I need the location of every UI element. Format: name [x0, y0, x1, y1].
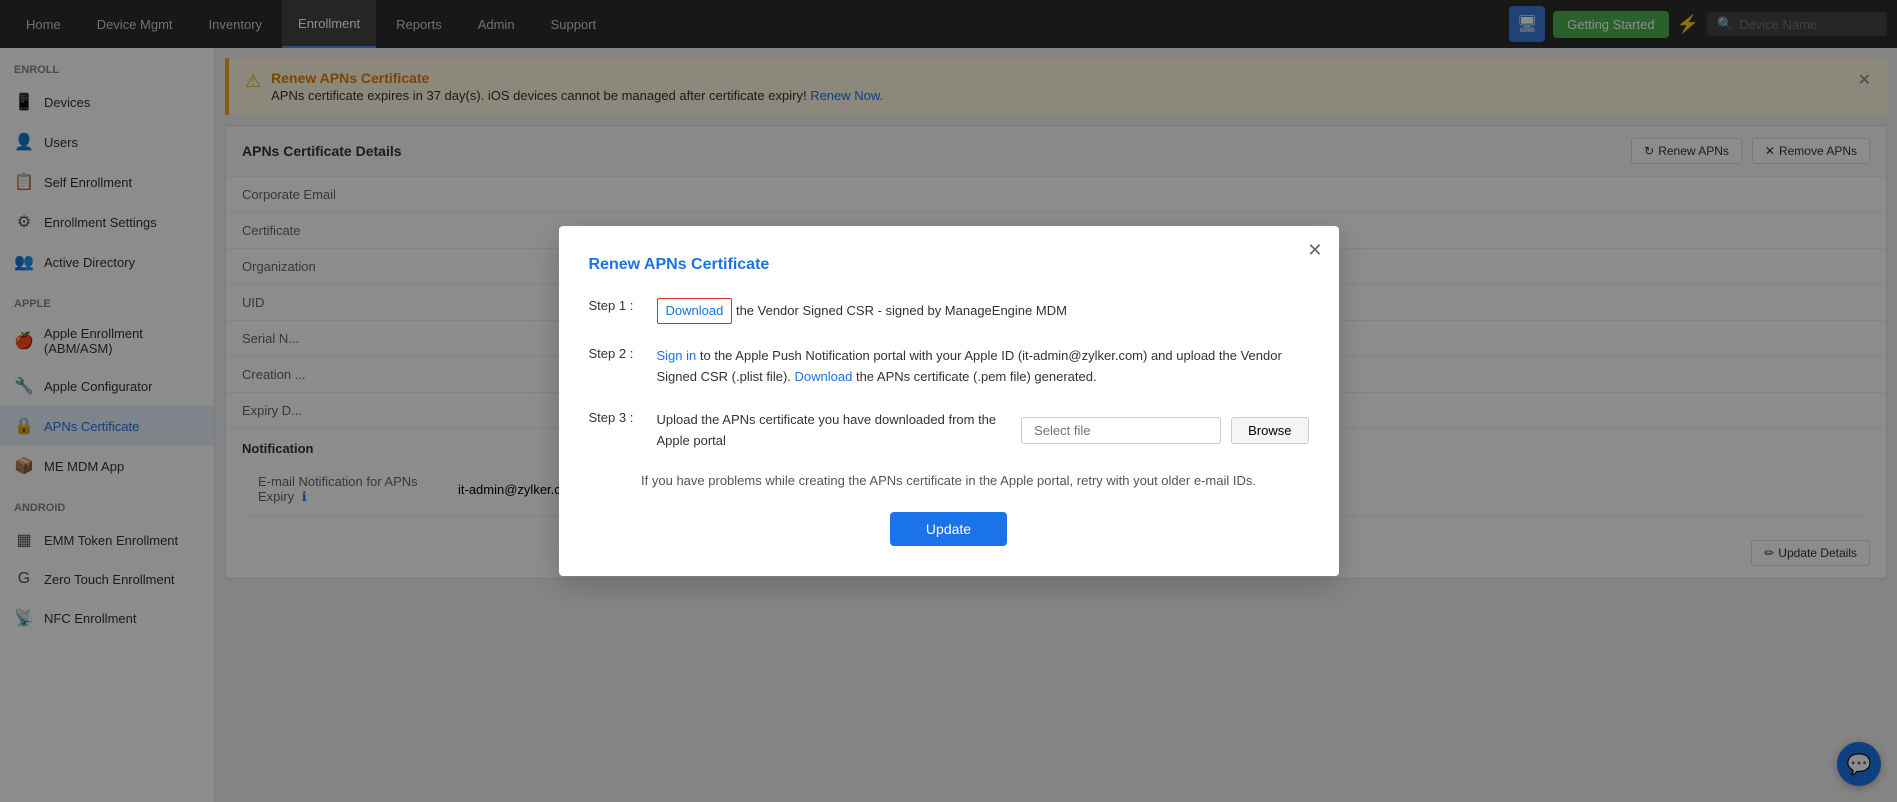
step2-download-link[interactable]: Download — [795, 369, 853, 384]
step3-text: Upload the APNs certificate you have dow… — [657, 410, 1012, 452]
step3-label: Step 3 : — [589, 410, 649, 425]
modal-step-2: Step 2 : Sign in to the Apple Push Notif… — [589, 346, 1309, 388]
modal-footer: Update — [589, 512, 1309, 546]
sign-in-link[interactable]: Sign in — [657, 348, 697, 363]
step1-description: the Vendor Signed CSR - signed by Manage… — [736, 303, 1067, 318]
modal-title: Renew APNs Certificate — [589, 256, 1309, 274]
download-csr-button[interactable]: Download — [657, 298, 733, 325]
renew-apns-modal: Renew APNs Certificate ✕ Step 1 : Downlo… — [559, 226, 1339, 577]
modal-close-icon[interactable]: ✕ — [1307, 240, 1322, 261]
step3-content: Upload the APNs certificate you have dow… — [657, 410, 1309, 452]
modal-step-3: Step 3 : Upload the APNs certificate you… — [589, 410, 1309, 452]
step1-content: Download the Vendor Signed CSR - signed … — [657, 298, 1067, 325]
update-button[interactable]: Update — [890, 512, 1007, 546]
modal-step-1: Step 1 : Download the Vendor Signed CSR … — [589, 298, 1309, 325]
modal-note: If you have problems while creating the … — [589, 473, 1309, 488]
modal-overlay: Renew APNs Certificate ✕ Step 1 : Downlo… — [0, 0, 1897, 802]
step2-content: Sign in to the Apple Push Notification p… — [657, 346, 1309, 388]
step1-label: Step 1 : — [589, 298, 649, 313]
file-select-input[interactable] — [1021, 417, 1221, 444]
step2-text3: the APNs certificate (.pem file) generat… — [856, 369, 1097, 384]
browse-button[interactable]: Browse — [1231, 417, 1308, 444]
step2-label: Step 2 : — [589, 346, 649, 361]
